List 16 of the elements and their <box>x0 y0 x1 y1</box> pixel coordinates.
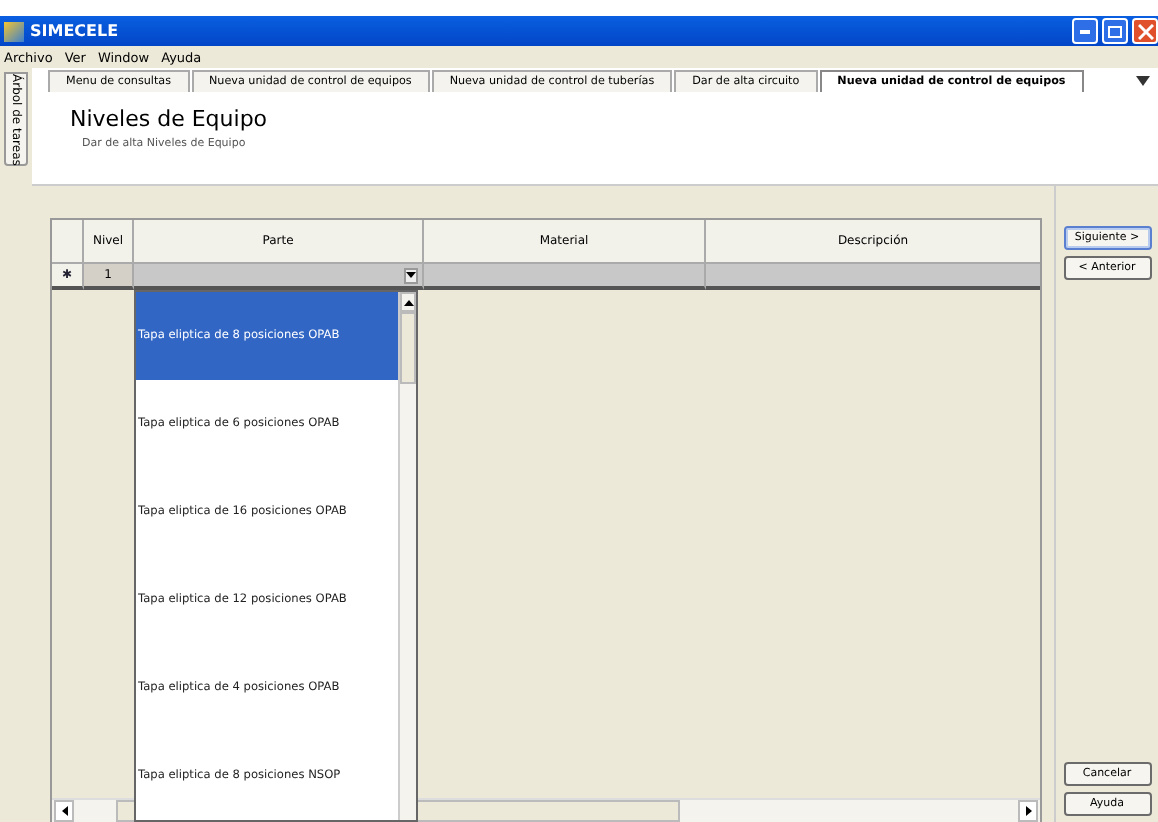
page-title: Niveles de Equipo <box>70 104 270 132</box>
close-button[interactable] <box>1132 18 1158 44</box>
combo-field[interactable] <box>134 264 424 290</box>
maximize-button[interactable] <box>1102 18 1128 44</box>
scroll-thumb[interactable] <box>400 312 416 384</box>
dropdown-arrow-icon[interactable] <box>1136 75 1150 85</box>
scroll-right-icon[interactable] <box>1018 800 1038 822</box>
maximize-icon <box>1108 25 1122 37</box>
app-icon <box>4 21 24 41</box>
dropdown-arrow-icon[interactable] <box>404 267 418 283</box>
scroll-left-icon[interactable] <box>54 800 74 822</box>
scroll-up-icon[interactable] <box>400 292 416 312</box>
minimize-icon <box>1080 29 1090 33</box>
minimize-button[interactable] <box>1072 18 1098 44</box>
close-icon <box>1137 23 1153 39</box>
window-title: SIMECELE <box>30 22 121 40</box>
